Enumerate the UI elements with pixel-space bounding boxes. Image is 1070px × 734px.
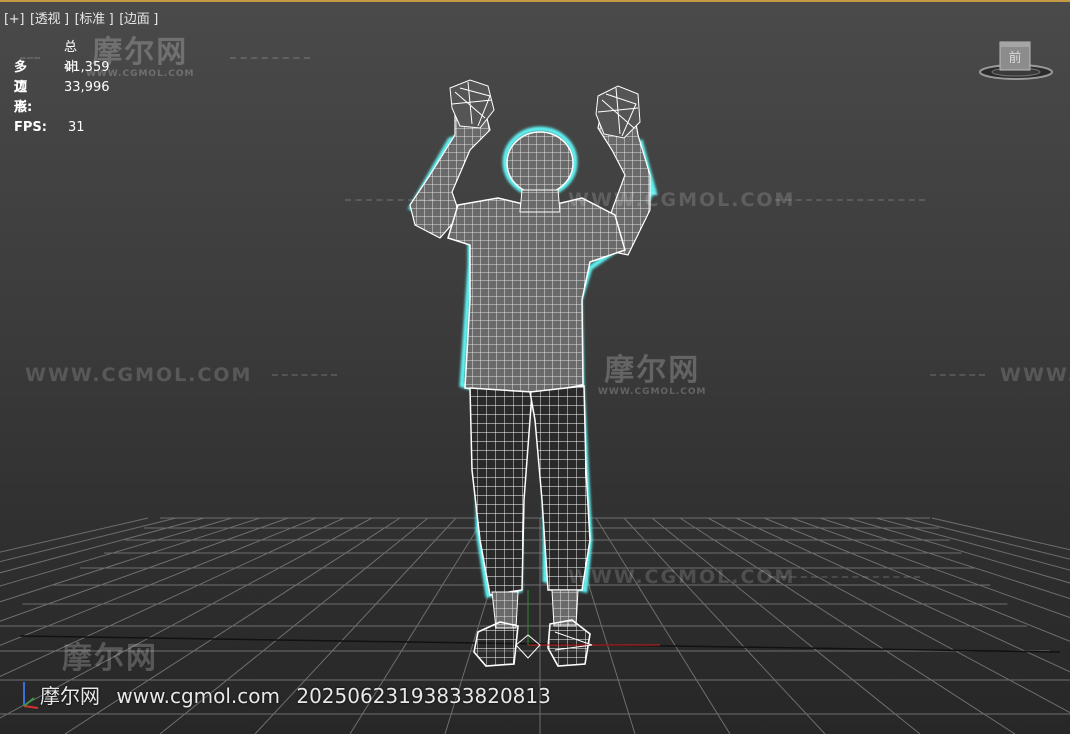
right-leg-pants: [529, 385, 591, 591]
viewcube-face-label: 前: [1008, 50, 1021, 66]
viewport-label-menu: [+] [透视 ] [标准 ] [边面 ]: [4, 8, 160, 27]
verts-value: 33,996: [64, 80, 110, 95]
footer-site-url: www.cgmol.com: [116, 684, 280, 708]
fps-label: FPS:: [14, 120, 47, 135]
polys-value: 41,359: [64, 60, 110, 75]
watermark-logo: 摩尔网: [62, 644, 158, 674]
watermark-dash: [775, 199, 925, 201]
footer-image-id: 20250623193833820813: [296, 684, 551, 708]
footer-watermark: 摩尔网 www.cgmol.com 20250623193833820813: [40, 680, 561, 709]
footer-site-cn: 摩尔网: [40, 684, 100, 708]
head: [506, 131, 574, 195]
watermark-url: WWW.CGMOL.COM: [568, 566, 796, 588]
watermark-dash: [930, 374, 985, 376]
viewport-display-menu[interactable]: [边面 ]: [119, 12, 158, 27]
watermark-url: WWW.CGMOL.COM: [1000, 364, 1070, 386]
axis-tripod-icon: [23, 682, 39, 709]
watermark-dash: [272, 374, 337, 376]
viewport-shading-menu[interactable]: [标准 ]: [75, 12, 114, 27]
watermark-logo: 摩尔网 WWW.CGMOL.COM: [598, 356, 706, 397]
viewport-plus-menu[interactable]: [+]: [4, 12, 24, 27]
watermark-logo-url: WWW.CGMOL.COM: [598, 387, 707, 397]
fps-value: 31: [68, 120, 85, 135]
verts-label: 顶点:: [14, 80, 33, 115]
viewcube-icon[interactable]: 前: [976, 38, 1056, 88]
right-shoe: [547, 619, 591, 667]
viewport-view-menu[interactable]: [透视 ]: [30, 12, 69, 27]
watermark-url: WWW.CGMOL.COM: [25, 364, 253, 386]
left-shoe: [473, 621, 519, 667]
left-leg-pants: [469, 387, 533, 596]
watermark-logo-text: 摩尔网: [604, 353, 701, 388]
watermark-url: WWW.CGMOL.COM: [568, 189, 796, 211]
watermark-dash: [230, 57, 310, 59]
neck: [519, 189, 561, 213]
watermark-logo-text: 摩尔网: [62, 641, 158, 676]
watermark-dash: [345, 199, 435, 201]
perspective-viewport[interactable]: WWW.CGMOL.COM WWW.CGMOL.COM WWW.CGMOL.CO…: [0, 0, 1070, 734]
